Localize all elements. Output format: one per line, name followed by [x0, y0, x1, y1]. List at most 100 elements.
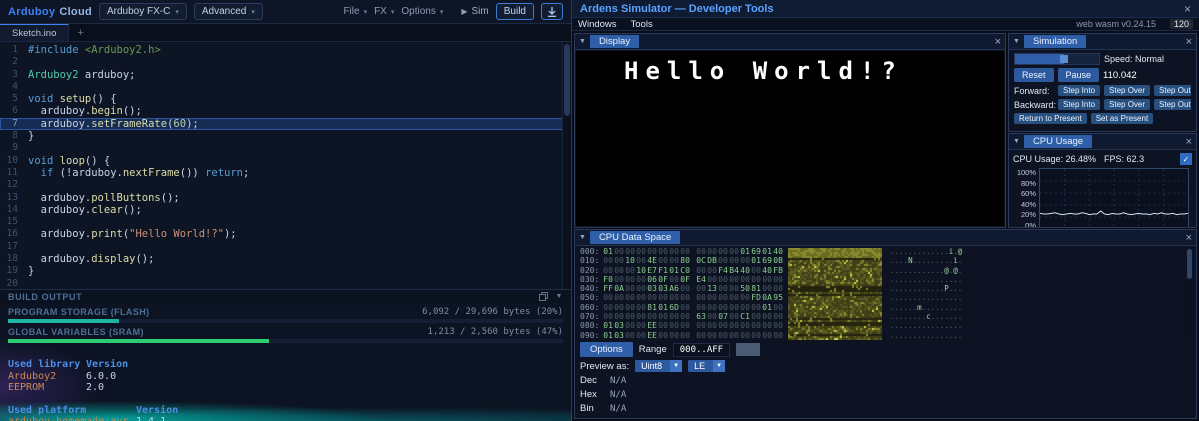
range-extra-input[interactable] [736, 343, 761, 356]
code-line-19[interactable]: 19} [0, 265, 571, 277]
memory-visualization[interactable] [788, 248, 882, 340]
sim-button[interactable]: ▶ Sim [461, 6, 488, 17]
fx-menu-button[interactable]: FX ▾ [374, 6, 394, 17]
code-line-20[interactable]: 20 [0, 278, 571, 289]
forward-step-into-button[interactable]: Step Into [1058, 85, 1101, 96]
display-window-header[interactable]: ▼ Display × [575, 34, 1005, 50]
data-space-tab[interactable]: CPU Data Space [589, 231, 681, 244]
options-button[interactable]: Options [580, 342, 633, 357]
code-line-12[interactable]: 12 [0, 179, 571, 191]
code-line-6[interactable]: 6 arduboy.begin(); [0, 105, 571, 117]
code-line-3[interactable]: 3 Arduboy2 arduboy; [0, 69, 571, 81]
ascii-row: .............i.@ [890, 247, 963, 256]
range-input[interactable]: 000..AFF [672, 342, 731, 357]
endianness-select[interactable]: LE ▼ [688, 360, 726, 372]
hex-row-000[interactable]: 000: 0100000000000000 0000000001690140 [580, 247, 788, 256]
simulation-tab[interactable]: Simulation [1023, 35, 1087, 48]
code-line-16[interactable]: 16 arduboy.print("Hello World!?"); [0, 228, 571, 240]
line-number: 19 [6, 265, 18, 277]
library-version-header: Version [86, 359, 129, 370]
forward-label: Forward: [1014, 85, 1050, 96]
platform-header: Used platform [8, 404, 87, 416]
ascii-row: ............@.@. [890, 265, 963, 275]
collapse-icon[interactable]: ▼ [1013, 138, 1020, 145]
library-header: Used library [8, 359, 81, 370]
code-line-11[interactable]: 11 if (!arduboy.nextFrame()) return; [0, 167, 571, 179]
close-icon[interactable]: × [1184, 2, 1191, 16]
hex-row-050[interactable]: 050: 0000000000000000 0000000000FD0A95 [580, 293, 788, 302]
file-menu-button[interactable]: File ▾ [343, 6, 367, 17]
collapse-icon[interactable]: ▼ [1013, 38, 1020, 45]
hex-dump[interactable]: 000: 0100000000000000 0000000001690140 010:… [580, 247, 1182, 340]
preview-type-select[interactable]: Uint8 ▼ [635, 360, 683, 372]
devtools-titlebar[interactable]: Ardens Simulator — Developer Tools × [572, 0, 1199, 18]
flash-progress-bar [8, 319, 563, 323]
line-number: 2 [12, 56, 18, 68]
hex-row-060[interactable]: 060: 0000000081016D00 0000000000000100 [580, 303, 788, 312]
hex-row-090[interactable]: 090: 01030000EE000000 0000000000000000 [580, 331, 788, 340]
tab-sketch-ino[interactable]: Sketch.ino [0, 24, 70, 41]
reset-button[interactable]: Reset [1014, 68, 1054, 82]
advanced-menu-button[interactable]: Advanced ▾ [193, 3, 263, 20]
code-line-13[interactable]: 13 arduboy.pollButtons(); [0, 192, 571, 204]
cpu-usage-tab[interactable]: CPU Usage [1023, 135, 1093, 148]
menu-windows[interactable]: Windows [578, 19, 617, 30]
download-button[interactable] [541, 3, 563, 20]
build-output-header[interactable]: BUILD OUTPUT ▼ [0, 289, 571, 303]
hex-row-080[interactable]: 080: 01030000EE000000 0000000000000000 [580, 321, 788, 330]
close-icon[interactable]: × [1186, 136, 1192, 148]
backward-step-into-button[interactable]: Step Into [1058, 99, 1101, 110]
forward-step-over-button[interactable]: Step Over [1104, 85, 1151, 96]
speed-slider[interactable] [1014, 53, 1100, 65]
forward-step-out-button[interactable]: Step Out [1154, 85, 1191, 96]
hex-row-070[interactable]: 070: 0000000000000000 63000700C1000000 [580, 312, 788, 321]
line-number: 20 [6, 277, 18, 289]
simulation-window-header[interactable]: ▼ Simulation × [1009, 34, 1196, 50]
code-line-8[interactable]: 8} [0, 130, 571, 142]
collapse-icon[interactable]: ▼ [579, 38, 586, 45]
close-icon[interactable]: × [995, 36, 1001, 48]
menu-tools[interactable]: Tools [631, 19, 653, 30]
pause-button[interactable]: Pause [1057, 68, 1100, 82]
collapse-icon[interactable]: ▼ [579, 234, 586, 241]
build-info-text: Used library Version Arduboy2 6.0.0 EEPR… [0, 347, 571, 421]
backward-step-over-button[interactable]: Step Over [1104, 99, 1151, 110]
code-line-4[interactable]: 4 [0, 81, 571, 93]
copy-icon[interactable] [539, 292, 549, 301]
options-menu-button[interactable]: Options ▾ [401, 6, 443, 17]
new-tab-button[interactable]: + [69, 24, 91, 41]
close-icon[interactable]: × [1186, 232, 1192, 244]
collapse-output-icon[interactable]: ▼ [555, 293, 563, 300]
code-line-10[interactable]: 10 void loop() { [0, 155, 571, 167]
hex-row-030[interactable]: 030: F0000000060F000F E400000000000000 [580, 275, 788, 284]
code-line-15[interactable]: 15 [0, 216, 571, 228]
scrollbar-thumb[interactable] [564, 44, 570, 116]
return-to-present-button[interactable]: Return to Present [1014, 113, 1087, 124]
slider-grab[interactable] [1060, 55, 1069, 63]
display-tab[interactable]: Display [589, 35, 640, 48]
cpu-usage-window-header[interactable]: ▼ CPU Usage × [1009, 134, 1196, 150]
code-line-14[interactable]: 14 arduboy.clear(); [0, 204, 571, 216]
hex-scrollbar[interactable] [1186, 247, 1193, 340]
device-select[interactable]: Arduboy FX-C ▾ [99, 3, 187, 20]
code-line-18[interactable]: 18 arduboy.display(); [0, 253, 571, 265]
code-line-2[interactable]: 2 [0, 56, 571, 68]
code-line-9[interactable]: 9 [0, 142, 571, 154]
set-as-present-button[interactable]: Set as Present [1090, 113, 1154, 124]
build-button[interactable]: Build [495, 3, 534, 20]
code-line-1[interactable]: 1 #include <Arduboy2.h> [0, 44, 571, 56]
backward-step-out-button[interactable]: Step Out [1154, 99, 1191, 110]
code-line-7[interactable]: 7 arduboy.setFrameRate(60); [0, 117, 571, 131]
hex-row-010[interactable]: 010: 000010004E000080 0CDB00000001690B [580, 256, 788, 265]
scrollbar-thumb[interactable] [1187, 249, 1192, 279]
data-space-window-header[interactable]: ▼ CPU Data Space × [575, 230, 1196, 246]
hex-row-020[interactable]: 020: 00000010E7F101C0 0000F4B4400040FB [580, 266, 788, 275]
code-editor[interactable]: 1 #include <Arduboy2.h> 2 3 Arduboy2 arduboy… [0, 42, 571, 289]
cpu-graph-checkbox[interactable]: ✓ [1180, 153, 1192, 165]
ascii-row: ................ [890, 321, 963, 331]
close-icon[interactable]: × [1186, 36, 1192, 48]
code-line-17[interactable]: 17 [0, 241, 571, 253]
code-line-5[interactable]: 5 void setup() { [0, 93, 571, 105]
editor-scrollbar[interactable] [562, 42, 571, 289]
hex-row-040[interactable]: 040: FF0A00000303A600 0013000050810000 [580, 284, 788, 293]
